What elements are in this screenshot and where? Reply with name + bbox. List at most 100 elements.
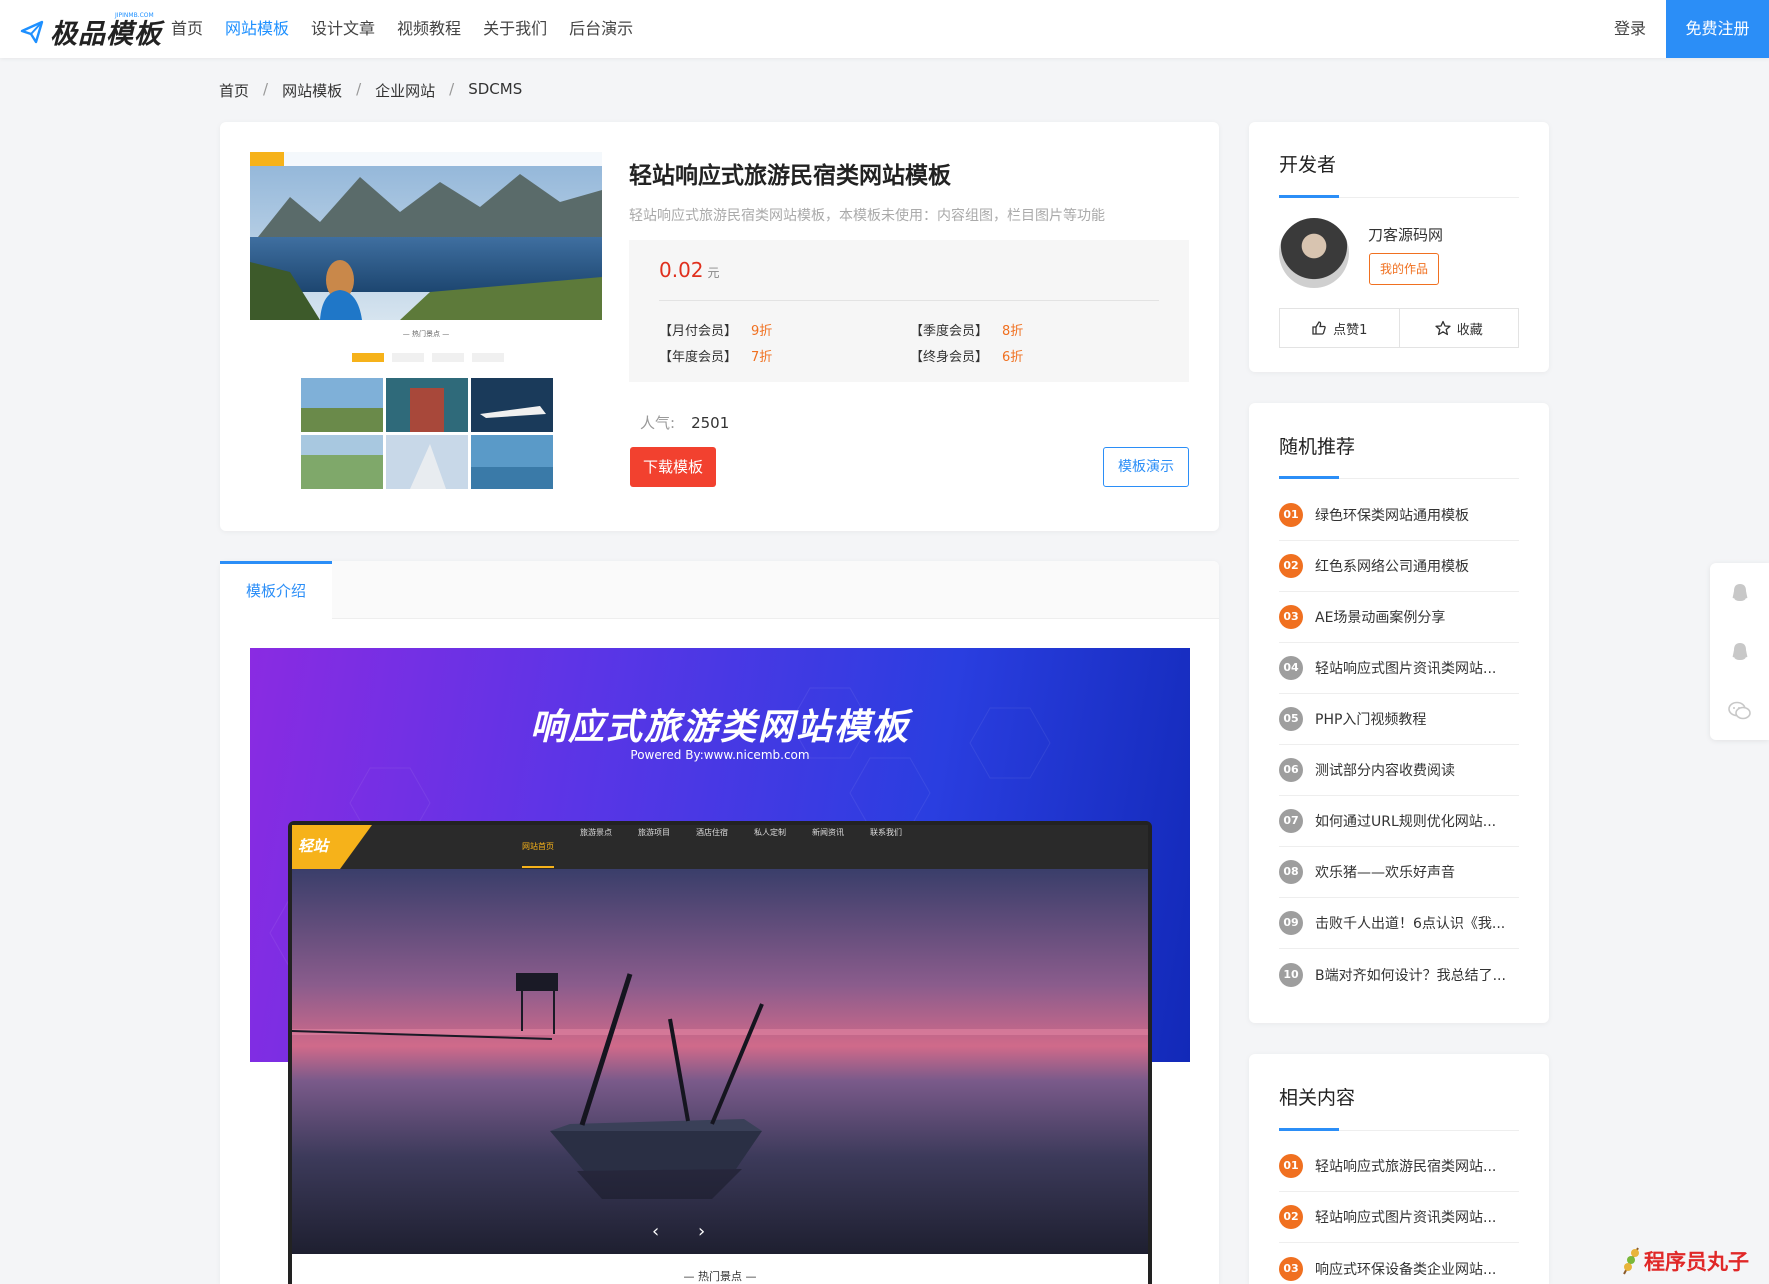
mockup-nav-item: 网站首页 xyxy=(522,841,554,868)
mockup-nav-item: 旅游项目 xyxy=(638,827,670,837)
favorite-label: 收藏 xyxy=(1456,322,1483,338)
wechat-contact-button[interactable] xyxy=(1710,681,1769,740)
random-item[interactable]: 04 轻站响应式图片资讯类网站... xyxy=(1279,643,1519,694)
rank-badge: 05 xyxy=(1279,707,1303,731)
boat-scene: ‹ › xyxy=(291,973,1148,1242)
random-item[interactable]: 02 红色系网络公司通用模板 xyxy=(1279,541,1519,592)
download-button[interactable]: 下载模板 xyxy=(630,447,716,487)
mockup-logo: 轻站 xyxy=(292,825,372,869)
random-item[interactable]: 10 B端对齐如何设计？我总结了... xyxy=(1279,949,1519,1000)
mockup-nav: 轻站 网站首页 旅游景点 旅游项目 酒店住宿 私人定制 新闻资讯 联系我们 xyxy=(292,825,1148,869)
mockup-nav-item: 私人定制 xyxy=(754,827,786,837)
banner-subtitle: Powered By:www.nicemb.com xyxy=(630,748,810,762)
svg-text:— 热门景点 —: — 热门景点 — xyxy=(403,329,449,338)
price-unit: 元 xyxy=(707,266,720,280)
membership-lifetime: 【终身会员】 6折 xyxy=(910,346,1023,365)
developer-avatar[interactable] xyxy=(1279,218,1349,288)
random-item[interactable]: 09 击败千人出道！6点认识《我... xyxy=(1279,898,1519,949)
popularity-label: 人气: xyxy=(640,414,676,432)
related-item[interactable]: 02 轻站响应式图片资讯类网站... xyxy=(1279,1192,1519,1243)
watermark: 程序员丸子 xyxy=(1620,1246,1749,1276)
thumbnail-preview-image: — 热门景点 — xyxy=(250,152,602,490)
random-heading: 随机推荐 xyxy=(1279,436,1356,458)
membership-quarterly: 【季度会员】 8折 xyxy=(910,320,1023,339)
rank-badge: 06 xyxy=(1279,758,1303,782)
nav-admin-demo[interactable]: 后台演示 xyxy=(558,0,644,58)
template-thumbnail[interactable]: — 热门景点 — xyxy=(250,152,602,490)
nav-templates[interactable]: 网站模板 xyxy=(214,0,300,58)
rank-badge: 02 xyxy=(1279,1205,1303,1229)
related-heading: 相关内容 xyxy=(1279,1087,1356,1109)
breadcrumb-enterprise[interactable]: 企业网站 xyxy=(375,80,435,101)
membership-discount: 6折 xyxy=(1002,350,1024,365)
rank-badge: 10 xyxy=(1279,962,1303,987)
popularity-value: 2501 xyxy=(691,414,730,432)
rank-badge: 04 xyxy=(1279,656,1303,680)
random-item-title: 如何通过URL规则优化网站... xyxy=(1315,814,1497,830)
mockup-sunset-photo: ‹ › xyxy=(291,869,1148,1254)
skewer-icon xyxy=(1623,1247,1639,1275)
rank-badge: 01 xyxy=(1279,1154,1303,1178)
rank-badge: 03 xyxy=(1279,1256,1303,1281)
paper-plane-icon xyxy=(20,20,44,43)
membership-discount: 9折 xyxy=(751,324,773,339)
developer-heading: 开发者 xyxy=(1279,154,1337,176)
random-item[interactable]: 08 欢乐猪——欢乐好声音 xyxy=(1279,847,1519,898)
qq-contact-button-2[interactable] xyxy=(1710,622,1769,681)
random-item[interactable]: 05 PHP入门视频教程 xyxy=(1279,694,1519,745)
rank-badge: 01 xyxy=(1279,503,1303,527)
floating-contact-bar xyxy=(1710,563,1769,740)
breadcrumb-templates[interactable]: 网站模板 xyxy=(282,80,342,101)
mockup-nav-item: 新闻资讯 xyxy=(812,827,844,837)
mockup-nav-item: 旅游景点 xyxy=(580,827,612,837)
mockup-nav-item: 联系我们 xyxy=(870,827,902,837)
membership-discount: 7折 xyxy=(751,350,773,365)
mockup-footer-heading: — 热门景点 — xyxy=(292,1254,1148,1284)
nav-videos[interactable]: 视频教程 xyxy=(386,0,472,58)
login-link[interactable]: 登录 xyxy=(1614,0,1646,58)
price-box: 0.02 元 【月付会员】 9折 【季度会员】 8折 【年度会员】 7折 【终身会员】 6… xyxy=(629,240,1189,382)
related-item[interactable]: 03 响应式环保设备类企业网站... xyxy=(1279,1243,1519,1284)
popularity: 人气: 2501 xyxy=(640,412,729,433)
related-item-title: 轻站响应式旅游民宿类网站... xyxy=(1315,1159,1497,1175)
register-button[interactable]: 免费注册 xyxy=(1666,0,1769,58)
random-item-title: PHP入门视频教程 xyxy=(1315,712,1427,728)
random-item[interactable]: 03 AE场景动画案例分享 xyxy=(1279,592,1519,643)
qq-icon xyxy=(1732,642,1747,660)
membership-label: 【终身会员】 xyxy=(910,350,989,365)
qq-contact-button[interactable] xyxy=(1710,563,1769,622)
favorite-button[interactable]: 收藏 xyxy=(1398,309,1519,347)
tab-template-intro[interactable]: 模板介绍 xyxy=(220,561,332,619)
related-item[interactable]: 01 轻站响应式旅游民宿类网站... xyxy=(1279,1141,1519,1192)
random-item-title: 轻站响应式图片资讯类网站... xyxy=(1315,661,1497,677)
demo-button[interactable]: 模板演示 xyxy=(1103,447,1189,487)
my-works-button[interactable]: 我的作品 xyxy=(1369,253,1439,285)
nav-home[interactable]: 首页 xyxy=(160,0,214,58)
membership-yearly: 【年度会员】 7折 xyxy=(659,346,772,365)
random-item[interactable]: 01 绿色环保类网站通用模板 xyxy=(1279,490,1519,541)
random-item-title: B端对齐如何设计？我总结了... xyxy=(1315,967,1506,984)
thumbs-up-icon xyxy=(1312,321,1326,335)
heading-underline xyxy=(1279,476,1339,479)
related-item-title: 响应式环保设备类企业网站... xyxy=(1315,1261,1497,1278)
banner-title: 响应式旅游类网站模板 xyxy=(529,707,910,748)
nav-articles[interactable]: 设计文章 xyxy=(300,0,386,58)
random-item-title: AE场景动画案例分享 xyxy=(1315,610,1446,626)
breadcrumb-home[interactable]: 首页 xyxy=(219,80,249,101)
breadcrumb: 首页 / 网站模板 / 企业网站 / SDCMS xyxy=(219,80,523,101)
template-title: 轻站响应式旅游民宿类网站模板 xyxy=(629,163,951,189)
laptop-mockup: 轻站 网站首页 旅游景点 旅游项目 酒店住宿 私人定制 新闻资讯 联系我们 ‹ … xyxy=(288,821,1152,1284)
random-item-title: 绿色环保类网站通用模板 xyxy=(1315,508,1469,524)
watermark-text: 程序员丸子 xyxy=(1644,1250,1749,1274)
site-logo[interactable]: 极品模板 JIPINMB.COM xyxy=(20,12,162,51)
like-button[interactable]: 点赞1 xyxy=(1280,309,1399,347)
rank-badge: 03 xyxy=(1279,605,1303,629)
logo-subtext: JIPINMB.COM xyxy=(115,12,154,19)
nav-about[interactable]: 关于我们 xyxy=(472,0,558,58)
developer-name[interactable]: 刀客源码网 xyxy=(1368,224,1443,245)
random-item[interactable]: 07 如何通过URL规则优化网站... xyxy=(1279,796,1519,847)
random-item[interactable]: 06 测试部分内容收费阅读 xyxy=(1279,745,1519,796)
like-label: 点赞1 xyxy=(1333,322,1368,338)
rank-badge: 08 xyxy=(1279,860,1303,884)
qq-icon xyxy=(1732,583,1747,601)
